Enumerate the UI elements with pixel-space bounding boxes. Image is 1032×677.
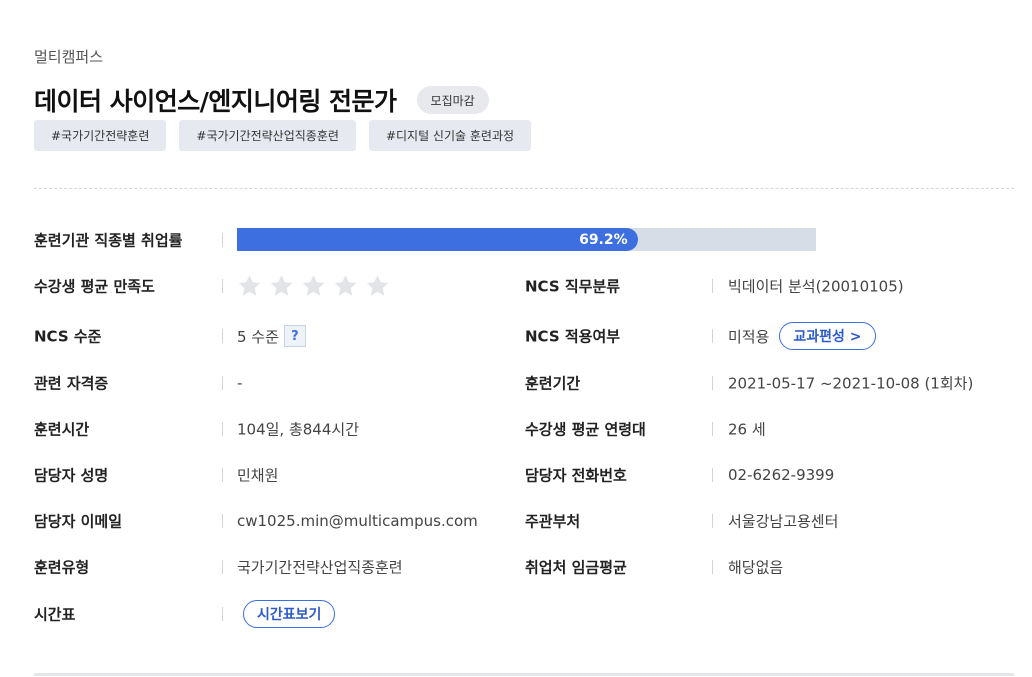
- star-icon: [334, 275, 357, 296]
- separator: [222, 560, 223, 574]
- separator: [222, 233, 223, 247]
- training-type-value: 국가기간전략산업직종훈련: [237, 558, 403, 577]
- age-group-value: 26 세: [728, 420, 766, 439]
- help-icon[interactable]: ?: [283, 325, 306, 347]
- salary-value: 해당없음: [728, 558, 784, 577]
- star-icon: [270, 275, 293, 296]
- training-time-value: 104일, 총844시간: [237, 420, 359, 439]
- employment-rate-label: 훈련기관 직종별 취업률: [34, 231, 183, 250]
- course-title: 데이터 사이언스/엔지니어링 전문가: [34, 87, 397, 116]
- provider-name: 멀티캠퍼스: [34, 48, 104, 66]
- department-label: 주관부처: [525, 512, 581, 531]
- certificate-value: -: [237, 374, 243, 392]
- ncs-category-label: NCS 직무분류: [525, 277, 621, 296]
- separator: [222, 376, 223, 390]
- age-group-label: 수강생 평균 연령대: [525, 420, 646, 439]
- tag-item[interactable]: #국가기간전략훈련: [34, 120, 167, 151]
- employment-rate-value: 69.2%: [579, 231, 628, 248]
- star-icon: [366, 275, 389, 296]
- ncs-level-label: NCS 수준: [34, 327, 102, 346]
- manager-email-value: cw1025.min@multicampus.com: [237, 512, 478, 530]
- ncs-applied-value: 미적용: [728, 327, 770, 346]
- employment-rate-bar: 69.2%: [237, 228, 816, 251]
- separator: [222, 607, 223, 621]
- phone-value: 02-6262-9399: [728, 466, 835, 484]
- manager-email-label: 담당자 이메일: [34, 512, 123, 531]
- separator: [222, 514, 223, 528]
- ncs-applied-label: NCS 적용여부: [525, 327, 621, 346]
- tag-item[interactable]: #국가기간전략산업직종훈련: [179, 120, 356, 151]
- tag-item[interactable]: #디지털 신기술 훈련과정: [368, 120, 532, 151]
- separator: [222, 468, 223, 482]
- training-period-value: 2021-05-17 ~2021-10-08 (1회차): [728, 374, 974, 393]
- separator: [712, 560, 713, 574]
- ncs-level-value-group: 5 수준 ?: [237, 325, 306, 347]
- status-badge: 모집마감: [416, 86, 489, 114]
- department-value: 서울강남고용센터: [728, 512, 839, 531]
- separator: [222, 329, 223, 343]
- ncs-level-value: 5 수준: [237, 327, 279, 346]
- timetable-value-group: 시간표보기: [243, 600, 336, 628]
- phone-label: 담당자 전화번호: [525, 466, 627, 485]
- separator: [712, 514, 713, 528]
- star-icon: [238, 275, 261, 296]
- separator: [222, 279, 223, 293]
- separator: [712, 468, 713, 482]
- separator: [712, 376, 713, 390]
- separator: [222, 422, 223, 436]
- tag-list: #국가기간전략훈련 #국가기간전략산업직종훈련 #디지털 신기술 훈련과정: [34, 120, 532, 151]
- training-time-label: 훈련시간: [34, 420, 90, 439]
- title-row: 데이터 사이언스/엔지니어링 전문가 모집마감: [34, 82, 489, 118]
- manager-name-value: 민채원: [237, 466, 279, 485]
- separator: [712, 329, 713, 343]
- manager-name-label: 담당자 성명: [34, 466, 109, 485]
- training-type-label: 훈련유형: [34, 558, 90, 577]
- separator: [712, 279, 713, 293]
- timetable-button[interactable]: 시간표보기: [243, 600, 336, 628]
- training-period-label: 훈련기간: [525, 374, 581, 393]
- separator: [712, 422, 713, 436]
- curriculum-button[interactable]: 교과편성 >: [779, 322, 876, 350]
- ncs-category-value: 빅데이터 분석(20010105): [728, 277, 904, 296]
- section-divider: [34, 188, 1014, 189]
- certificate-label: 관련 자격증: [34, 374, 109, 393]
- star-icon: [302, 275, 325, 296]
- timetable-label: 시간표: [34, 605, 76, 624]
- satisfaction-stars: [237, 274, 390, 299]
- bottom-divider: [34, 673, 1014, 676]
- salary-label: 취업처 임금평균: [525, 558, 627, 577]
- ncs-applied-value-group: 미적용 교과편성 >: [728, 322, 876, 350]
- employment-rate-fill: 69.2%: [237, 228, 638, 251]
- satisfaction-label: 수강생 평균 만족도: [34, 277, 155, 296]
